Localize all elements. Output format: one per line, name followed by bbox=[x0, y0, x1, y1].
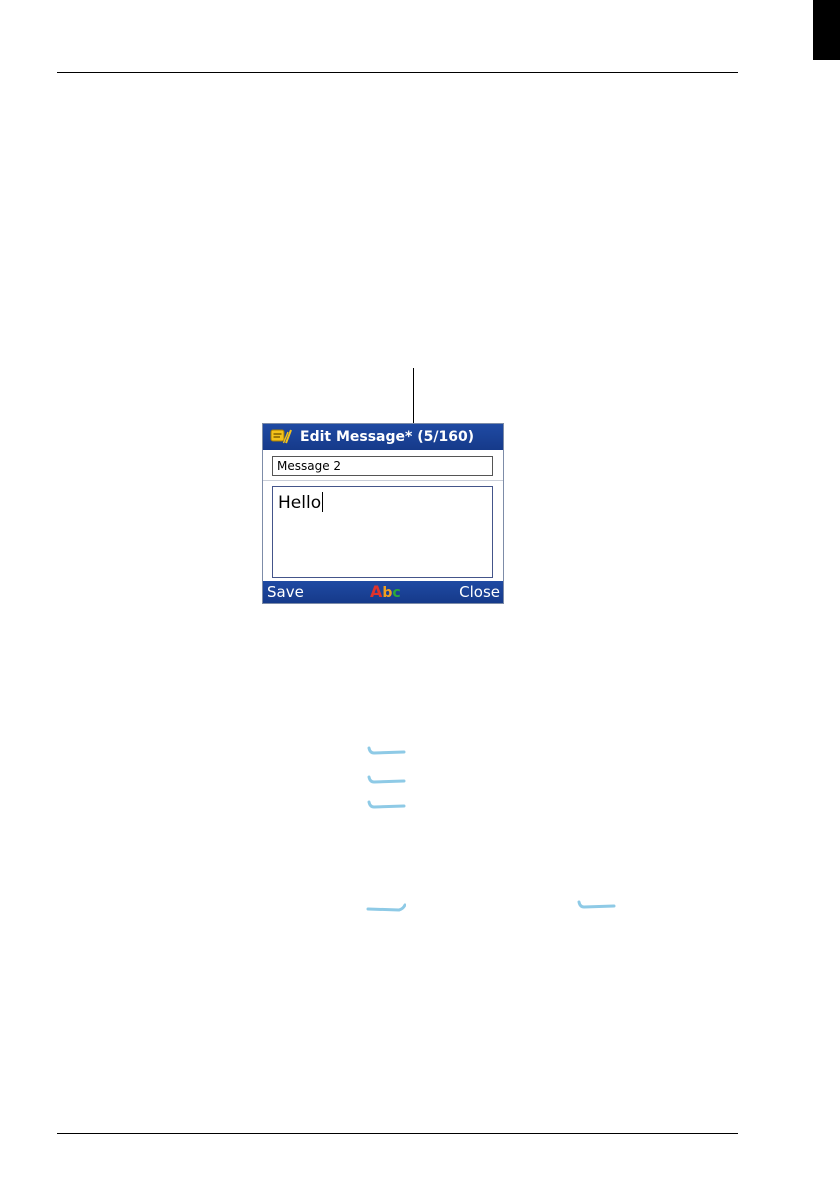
close-softkey[interactable]: Close bbox=[459, 583, 500, 601]
header-rule bbox=[57, 72, 738, 73]
message-body-text: Hello bbox=[278, 493, 322, 513]
name-row: Message 2 bbox=[263, 450, 503, 481]
key-mark-icon bbox=[367, 800, 406, 809]
message-body-field[interactable]: Hello bbox=[272, 486, 493, 578]
footer-rule bbox=[57, 1133, 738, 1134]
message-name-field[interactable]: Message 2 bbox=[272, 456, 493, 476]
input-mode-char: A bbox=[370, 582, 383, 601]
key-mark-icon bbox=[367, 775, 406, 784]
callout-line bbox=[413, 368, 414, 423]
screen-title: Edit Message* (5/160) bbox=[300, 429, 475, 445]
message-edit-icon bbox=[270, 428, 292, 446]
text-cursor bbox=[322, 492, 324, 512]
key-mark-icon bbox=[577, 900, 616, 909]
title-bar: Edit Message* (5/160) bbox=[263, 424, 503, 450]
softkey-bar: Save Abc Close bbox=[263, 581, 503, 603]
input-mode-char: b bbox=[382, 585, 393, 601]
input-mode-char: c bbox=[392, 585, 401, 601]
save-softkey[interactable]: Save bbox=[267, 583, 304, 601]
phone-screen: Edit Message* (5/160) Message 2 Hello Sa… bbox=[262, 423, 504, 604]
key-mark-icon bbox=[367, 746, 406, 755]
input-mode-indicator[interactable]: Abc bbox=[370, 582, 401, 601]
key-mark-icon bbox=[366, 903, 406, 912]
page-thumb-tab bbox=[813, 0, 840, 60]
